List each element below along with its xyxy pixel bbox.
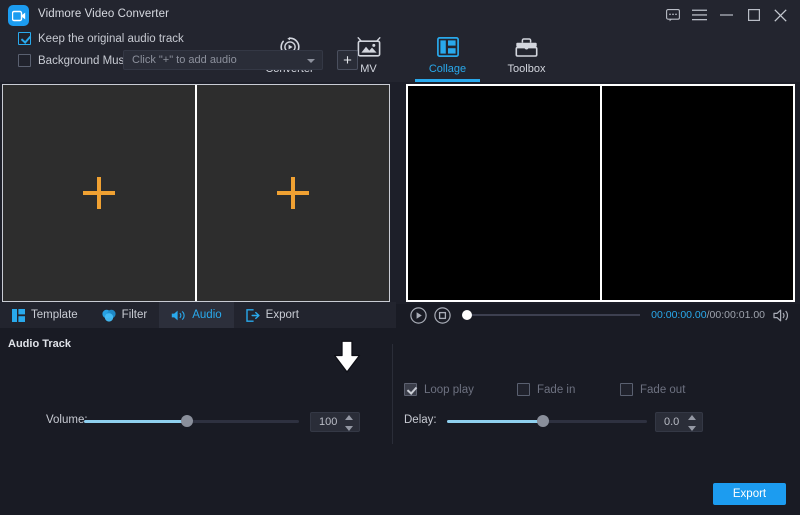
loop-play-label[interactable]: Loop play [424,384,474,396]
feedback-icon[interactable] [659,0,686,30]
keep-original-checkbox[interactable] [18,32,31,45]
seek-track [462,314,640,316]
panel-title: Audio Track [8,338,71,350]
stepper-up-icon[interactable] [345,415,353,420]
fade-in-row: Fade in [517,383,575,396]
nav-label-collage: Collage [429,63,466,75]
fade-out-checkbox[interactable] [620,383,633,396]
background-music-label[interactable]: Background Music [38,55,133,67]
total-time: 00:00:01.00 [710,309,765,321]
delay-label: Delay: [404,414,437,426]
nav-item-collage[interactable]: Collage [408,30,487,82]
delay-slider[interactable] [447,414,647,428]
delay-stepper[interactable]: 0.0 [655,412,703,432]
stepper-down-icon[interactable] [345,426,353,431]
keep-original-label[interactable]: Keep the original audio track [38,33,184,45]
chevron-down-icon [307,59,315,63]
delay-slider-fill [447,420,543,423]
stage-area [0,82,800,304]
fade-out-row: Fade out [620,383,685,396]
title-bar: Vidmore Video Converter [0,0,800,30]
export-icon [246,309,260,322]
volume-label: Volume: [46,414,88,426]
editor-tabs: Template Filter Audio [0,302,396,328]
stepper-down-icon[interactable] [688,426,696,431]
stepper-up-icon[interactable] [688,415,696,420]
panel-divider [392,344,393,444]
nav-label-toolbox: Toolbox [508,63,546,75]
fade-in-label[interactable]: Fade in [537,384,575,396]
export-button[interactable]: Export [713,483,786,505]
tab-export[interactable]: Export [234,302,311,328]
fade-out-label[interactable]: Fade out [640,384,685,396]
add-audio-button[interactable]: + [337,50,358,70]
plus-icon [83,177,115,209]
add-audio-label: + [343,53,352,68]
tab-audio[interactable]: Audio [159,302,233,328]
preview-canvas [406,84,795,302]
speaker-icon[interactable] [772,307,790,323]
background-music-value: Click "+" to add audio [132,54,237,66]
player-controls: 00:00:00.00/00:00:01.00 [400,300,800,330]
background-music-row: Background Music [18,54,133,67]
nav-label-mv: MV [360,63,377,75]
toolbox-icon [515,35,538,59]
app-title: Vidmore Video Converter [38,8,169,20]
seek-handle[interactable] [462,310,472,320]
loop-play-row: Loop play [404,383,474,396]
fade-in-checkbox[interactable] [517,383,530,396]
app-logo-icon [8,5,29,26]
plus-icon [277,177,309,209]
volume-value: 100 [319,416,337,428]
app-window: Vidmore Video Converter [0,0,800,515]
tab-label-audio: Audio [192,309,221,321]
collage-cell-1[interactable] [3,85,195,301]
volume-slider-handle[interactable] [181,415,193,427]
delay-stepper-arrows[interactable] [688,415,697,431]
current-time: 00:00:00.00 [651,309,706,321]
volume-slider-fill [84,420,187,423]
volume-stepper[interactable]: 100 [310,412,360,432]
window-controls [659,0,794,30]
play-circle-icon[interactable] [410,307,427,324]
background-music-checkbox[interactable] [18,54,31,67]
maximize-icon[interactable] [740,0,767,30]
volume-stepper-arrows[interactable] [345,415,354,431]
delay-value: 0.0 [664,416,679,428]
loop-play-checkbox[interactable] [404,383,417,396]
keep-original-row: Keep the original audio track [18,32,184,45]
volume-slider[interactable] [84,414,299,428]
tab-label-template: Template [31,309,78,321]
template-icon [12,309,25,322]
mv-icon [357,35,381,59]
collage-canvas [2,84,390,302]
delay-slider-handle[interactable] [537,415,549,427]
stop-square-icon[interactable] [434,307,451,324]
tab-label-filter: Filter [122,309,148,321]
seek-slider[interactable] [462,308,640,322]
preview-cell-2 [600,86,794,300]
filter-icon [102,309,116,322]
close-icon[interactable] [767,0,794,30]
audio-icon [171,309,186,322]
background-music-select[interactable]: Click "+" to add audio [123,50,323,70]
tab-label-export: Export [266,309,299,321]
export-button-label: Export [733,488,766,500]
preview-cell-1 [408,86,600,300]
collage-icon [437,35,459,59]
time-display: 00:00:00.00/00:00:01.00 [651,309,765,321]
tab-template[interactable]: Template [0,302,90,328]
minimize-icon[interactable] [713,0,740,30]
menu-icon[interactable] [686,0,713,30]
collage-cell-2[interactable] [195,85,389,301]
tab-filter[interactable]: Filter [90,302,160,328]
nav-item-toolbox[interactable]: Toolbox [487,30,566,82]
